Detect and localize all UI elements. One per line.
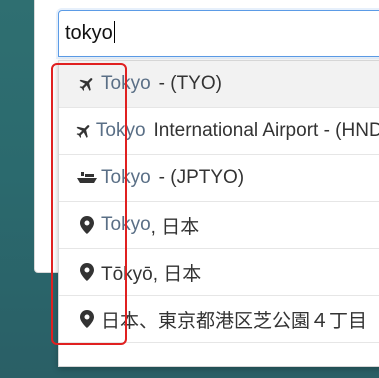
suggestion-match: Tokyo	[101, 214, 151, 235]
suggestion-item[interactable]: Tokyo - (JPTYO)	[59, 155, 379, 202]
search-input-box[interactable]: tokyo	[58, 10, 379, 57]
suggestion-item[interactable]: Tokyo - (TYO)	[59, 61, 379, 108]
suggestion-item[interactable]: Tokyo International Airport - (HND)	[59, 108, 379, 155]
suggestion-rest: International Airport - (HND)	[153, 120, 379, 141]
suggestion-item[interactable]: Tōkyō, 日本	[59, 249, 379, 296]
suggestion-rest: - (JPTYO)	[158, 167, 245, 188]
search-input-value: tokyo	[65, 22, 113, 44]
suggestion-match: Tokyo	[101, 73, 151, 94]
map-pin-icon	[75, 260, 99, 284]
suggestion-rest: 日本、東京都港区芝公園４丁目	[101, 310, 368, 332]
plane-icon	[75, 72, 99, 96]
suggestion-match: Tokyo	[95, 120, 146, 141]
suggestion-rest: Tōkyō, 日本	[101, 263, 202, 285]
plane-icon	[75, 119, 94, 143]
text-caret	[113, 21, 115, 43]
autocomplete-dropdown: Tokyo - (TYO) Tokyo International Airpor…	[58, 60, 379, 367]
suggestion-rest: - (TYO)	[158, 73, 222, 94]
suggestion-rest: , 日本	[150, 216, 200, 238]
search-input[interactable]: tokyo	[65, 21, 115, 45]
suggestion-item[interactable]: 日本、東京都港区芝公園４丁目	[59, 296, 379, 343]
ship-icon	[75, 166, 99, 190]
map-pin-icon	[75, 213, 99, 237]
suggestion-match: Tokyo	[101, 167, 151, 188]
map-pin-icon	[75, 307, 99, 331]
suggestion-item[interactable]: Tokyo , 日本	[59, 202, 379, 249]
